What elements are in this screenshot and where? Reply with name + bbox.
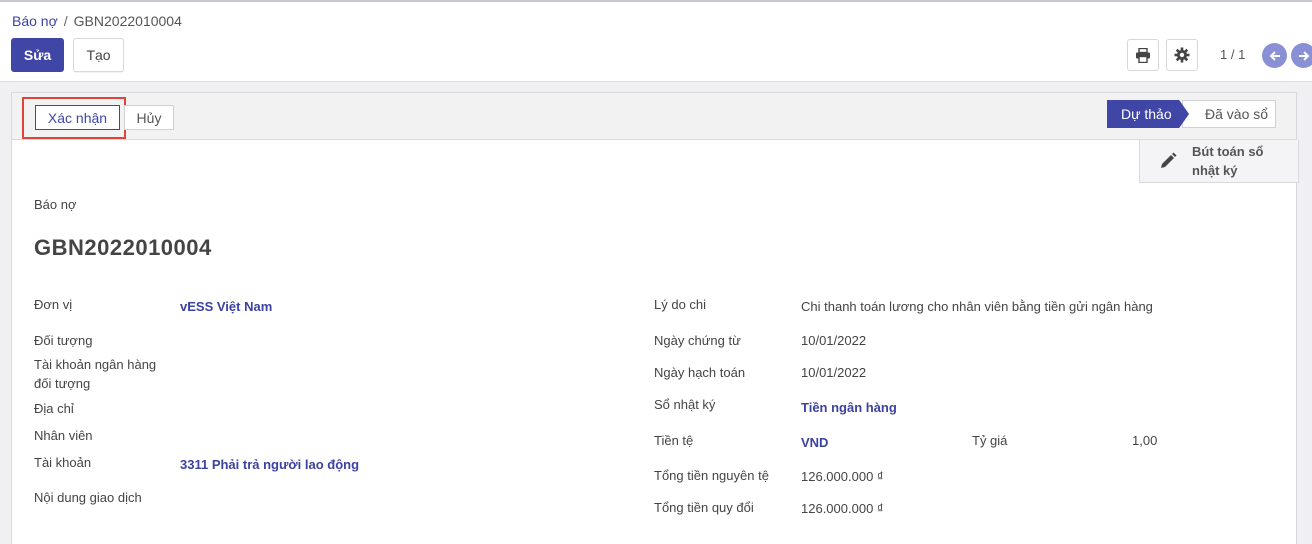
- arrow-right-icon: [1298, 50, 1309, 61]
- control-panel: Báo nợ / GBN2022010004 Sửa Tạo 1 / 1: [0, 2, 1312, 82]
- so-nhat-ky-value[interactable]: Tiền ngân hàng: [801, 400, 897, 415]
- nhan-vien-label: Nhân viên: [34, 428, 93, 443]
- tong-tien-quy-doi-label: Tổng tiền quy đổi: [654, 500, 754, 515]
- next-record-button[interactable]: [1291, 43, 1312, 68]
- journal-entry-smart-button[interactable]: Bút toán sổ nhật ký: [1139, 140, 1299, 183]
- form-sheet: Xác nhận Hủy Đã vào sổ Dự thảo Bút toán …: [11, 92, 1299, 544]
- previous-record-button[interactable]: [1262, 43, 1287, 68]
- ly-do-chi-value: Chi thanh toán lương cho nhân viên bằng …: [801, 299, 1153, 314]
- tien-te-label: Tiền tệ: [654, 433, 694, 448]
- doi-tuong-label: Đối tượng: [34, 333, 93, 348]
- pager-value: 1 / 1: [1220, 47, 1246, 62]
- ty-gia-value: 1,00: [1132, 433, 1158, 448]
- tai-khoan-label: Tài khoản: [34, 455, 92, 470]
- breadcrumb-parent-link[interactable]: Báo nợ: [12, 13, 58, 29]
- journal-entry-label: Bút toán sổ nhật ký: [1192, 144, 1264, 178]
- edit-button[interactable]: Sửa: [11, 38, 64, 72]
- status-bar: Xác nhận Hủy Đã vào sổ Dự thảo: [12, 93, 1296, 140]
- tai-khoan-value[interactable]: 3311 Phải trả người lao động: [180, 457, 359, 472]
- don-vi-label: Đơn vị: [34, 297, 73, 312]
- confirm-button[interactable]: Xác nhận: [35, 105, 120, 130]
- ly-do-chi-label: Lý do chi: [654, 297, 707, 312]
- document-name: GBN2022010004: [34, 235, 212, 260]
- tai-khoan-ngan-hang-label: Tài khoản ngân hàng đối tượng: [34, 357, 157, 391]
- tien-te-value[interactable]: VND: [801, 435, 828, 450]
- dia-chi-label: Địa chỉ: [34, 401, 74, 416]
- ngay-hach-toan-value: 10/01/2022: [801, 365, 867, 380]
- ngay-chung-tu-value: 10/01/2022: [801, 333, 867, 348]
- ngay-chung-tu-label: Ngày chứng từ: [654, 333, 741, 348]
- arrow-left-icon: [1269, 50, 1280, 61]
- ty-gia-label: Tỷ giá: [972, 433, 1008, 448]
- printer-icon: [1136, 47, 1150, 63]
- gear-icon: [1174, 47, 1190, 63]
- settings-button[interactable]: [1166, 39, 1198, 71]
- cancel-button[interactable]: Hủy: [124, 105, 174, 130]
- so-nhat-ky-label: Sổ nhật ký: [654, 397, 716, 412]
- tong-tien-quy-doi-value: 126.000.000 ₫: [801, 501, 884, 516]
- document-type-label: Báo nợ: [34, 197, 77, 212]
- breadcrumb: Báo nợ / GBN2022010004: [12, 13, 182, 29]
- breadcrumb-separator: /: [63, 13, 68, 29]
- tong-tien-nguyen-te-value: 126.000.000 ₫: [801, 469, 884, 484]
- create-button[interactable]: Tạo: [73, 38, 124, 72]
- don-vi-value[interactable]: vESS Việt Nam: [180, 299, 272, 314]
- tong-tien-nguyen-te-label: Tổng tiền nguyên tệ: [654, 468, 769, 483]
- breadcrumb-current: GBN2022010004: [73, 13, 182, 29]
- ngay-hach-toan-label: Ngày hạch toán: [654, 365, 746, 380]
- stage-posted[interactable]: Đã vào sổ: [1182, 100, 1276, 128]
- stage-draft[interactable]: Dự thảo: [1107, 100, 1189, 128]
- pencil-icon: [1161, 152, 1177, 168]
- print-button[interactable]: [1127, 39, 1159, 71]
- noi-dung-label: Nội dung giao dịch: [34, 490, 142, 505]
